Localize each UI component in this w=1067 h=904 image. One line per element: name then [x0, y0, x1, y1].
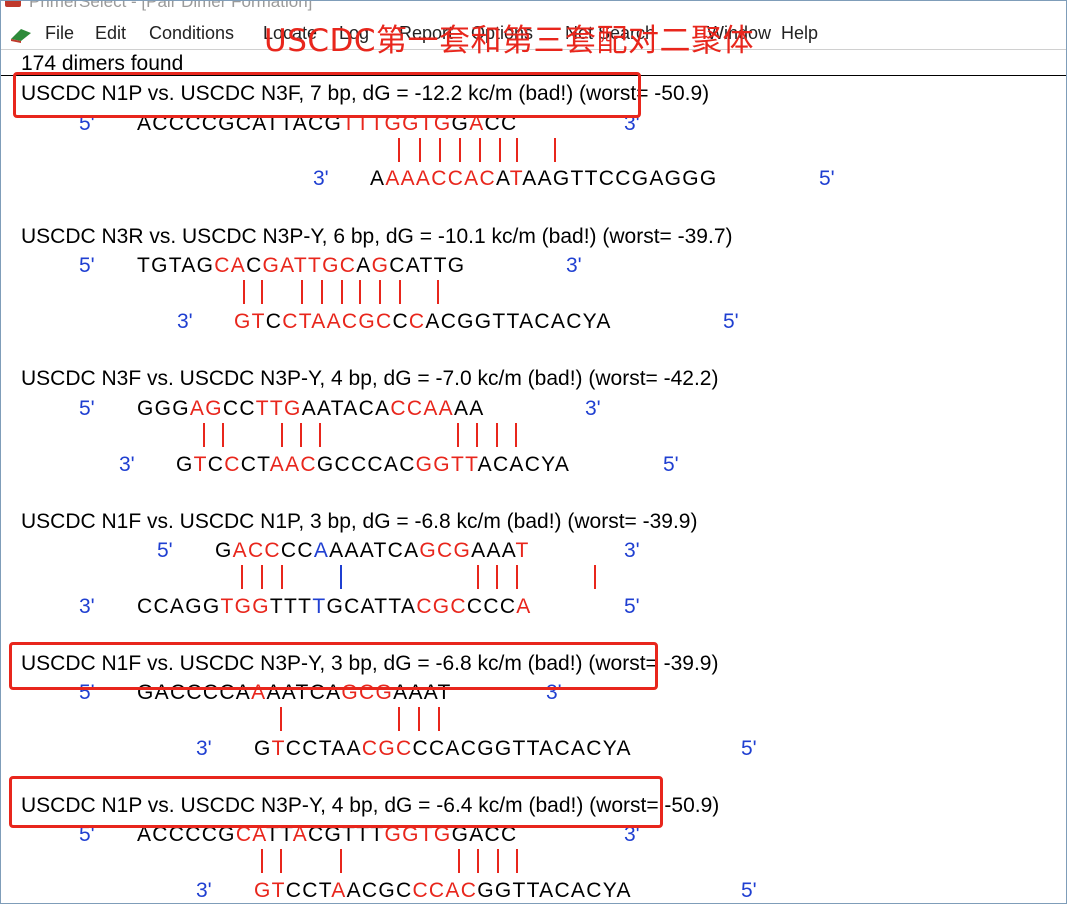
top-strand: GGGAGCCTTGAATACACCAAAA: [137, 397, 485, 420]
prime-label: 5': [723, 310, 739, 333]
prime-label: 5': [157, 539, 173, 562]
bottom-strand: GTCCTAACGCCCACGGTTACACYA: [254, 879, 632, 902]
pair-bar: [594, 565, 596, 589]
bottom-strand: AAAACCACATAAGTTCCGAGGG: [370, 167, 718, 190]
pair-bar: [359, 280, 361, 304]
top-strand: GACCCCAAAATCAGCGAAAT: [215, 539, 530, 562]
pair-bar: [261, 280, 263, 304]
menu-file[interactable]: File: [45, 23, 74, 44]
annotation-title: USCDC第一套和第三套配对二聚体: [264, 23, 755, 59]
pair-bar: [340, 849, 342, 873]
app-icon: [5, 1, 21, 7]
dimer-header: USCDC N1F vs. USCDC N1P, 3 bp, dG = -6.8…: [21, 510, 698, 533]
pair-bar: [280, 849, 282, 873]
title-bar: PrimerSelect - [Pair Dimer Formation]: [1, 1, 1066, 15]
pair-bar: [243, 280, 245, 304]
window-title: PrimerSelect - [Pair Dimer Formation]: [29, 1, 313, 11]
prime-label: 5': [819, 167, 835, 190]
highlight-box: [13, 72, 641, 118]
pair-bar: [496, 565, 498, 589]
pair-bar: [399, 280, 401, 304]
bottom-strand: GTCCTAACGCCCACGGTTACACYA: [234, 310, 612, 333]
prime-label: 5': [741, 737, 757, 760]
prime-label: 3': [177, 310, 193, 333]
prime-label: 5': [79, 397, 95, 420]
prime-label: 5': [624, 595, 640, 618]
pair-bar: [457, 423, 459, 447]
prime-label: 3': [624, 539, 640, 562]
dimer-header: USCDC N3R vs. USCDC N3P-Y, 6 bp, dG = -1…: [21, 225, 733, 248]
prime-label: 3': [196, 737, 212, 760]
pair-bar: [301, 280, 303, 304]
top-strand: TGTAGCACGATTGCAGCATTG: [137, 254, 466, 277]
menu-edit[interactable]: Edit: [95, 23, 126, 44]
pair-bar: [341, 280, 343, 304]
pair-bar: [496, 423, 498, 447]
highlight-box: [9, 776, 663, 828]
prime-label: 3': [313, 167, 329, 190]
prime-label: 3': [585, 397, 601, 420]
primerselect-window: PrimerSelect - [Pair Dimer Formation] Fi…: [0, 0, 1067, 904]
prime-label: 5': [79, 254, 95, 277]
prime-label: 3': [119, 453, 135, 476]
prime-label: 5': [663, 453, 679, 476]
pair-bar: [398, 707, 400, 731]
pair-bar: [203, 423, 205, 447]
pair-bar: [515, 423, 517, 447]
pair-bar: [340, 565, 342, 589]
pair-bar: [477, 849, 479, 873]
pair-bar: [398, 138, 400, 162]
pair-bar: [439, 138, 441, 162]
dimer-header: USCDC N3F vs. USCDC N3P-Y, 4 bp, dG = -7…: [21, 367, 719, 390]
pair-bar: [379, 280, 381, 304]
prime-label: 5': [741, 879, 757, 902]
pair-bar: [437, 280, 439, 304]
pair-bar: [261, 565, 263, 589]
pair-bar: [321, 280, 323, 304]
pair-bar: [458, 849, 460, 873]
pair-bar: [554, 138, 556, 162]
menu-conditions[interactable]: Conditions: [149, 23, 234, 44]
prime-label: 3': [79, 595, 95, 618]
pair-bar: [300, 423, 302, 447]
pair-bar: [222, 423, 224, 447]
pair-bar: [477, 565, 479, 589]
pair-bar: [419, 138, 421, 162]
pair-bar: [499, 138, 501, 162]
pair-bar: [479, 138, 481, 162]
pair-bar: [516, 849, 518, 873]
document-icon[interactable]: [9, 25, 33, 43]
pair-bar: [476, 423, 478, 447]
pair-bar: [241, 565, 243, 589]
pair-bar: [438, 707, 440, 731]
bottom-strand: GTCCTAACGCCCACGGTTACACYA: [254, 737, 632, 760]
pair-bar: [281, 423, 283, 447]
bottom-strand: GTCCCTAACGCCCACGGTTACACYA: [176, 453, 571, 476]
pair-bar: [516, 138, 518, 162]
menu-help[interactable]: Help: [781, 23, 818, 44]
prime-label: 3': [566, 254, 582, 277]
prime-label: 3': [196, 879, 212, 902]
pair-bar: [516, 565, 518, 589]
pair-bar: [459, 138, 461, 162]
pair-bar: [280, 707, 282, 731]
pair-bar: [497, 849, 499, 873]
pair-bar: [281, 565, 283, 589]
bottom-strand: CCAGGTGGTTTTGCATTACGCCCCA: [137, 595, 532, 618]
pair-bar: [319, 423, 321, 447]
highlight-box: [9, 642, 658, 690]
pair-bar: [261, 849, 263, 873]
pair-bar: [418, 707, 420, 731]
